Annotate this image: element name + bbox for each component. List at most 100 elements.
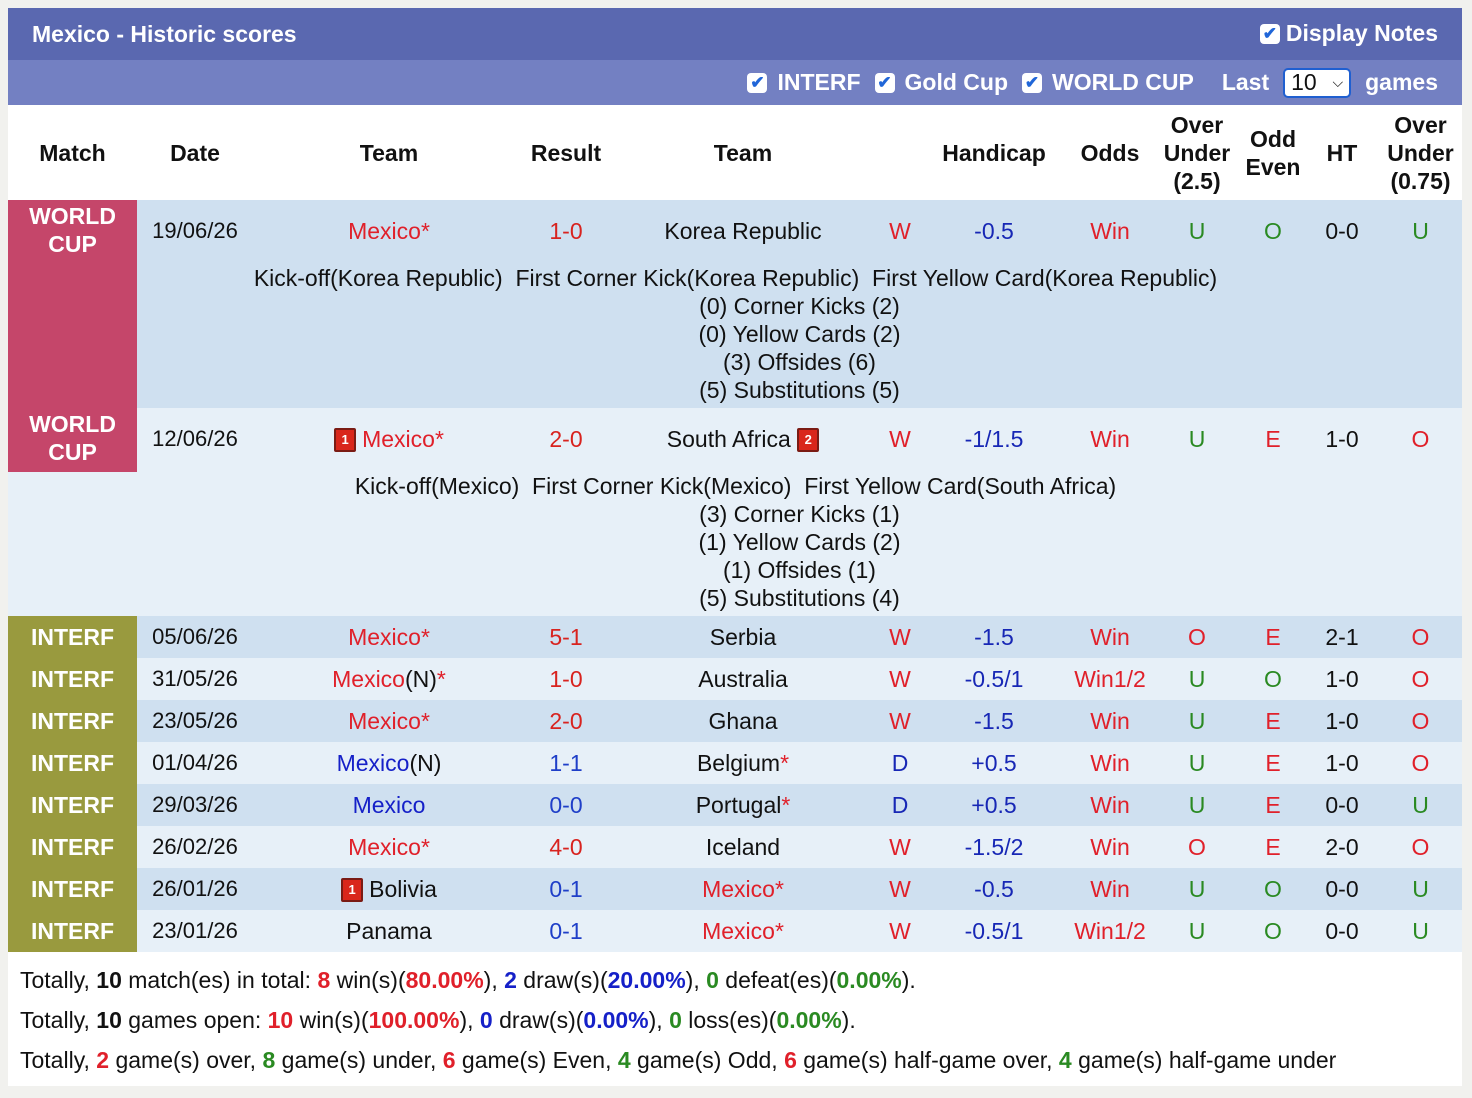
filter-world-cup[interactable]: ✔ WORLD CUP bbox=[1022, 69, 1194, 96]
odd-even: O bbox=[1241, 200, 1305, 262]
match-notes: Kick-off(Korea Republic) First Corner Ki… bbox=[137, 262, 1462, 408]
table-row[interactable]: INTERF 29/03/26 Mexico 0-0 Portugal* D +… bbox=[8, 784, 1462, 826]
handicap: +0.5 bbox=[921, 742, 1067, 784]
home-team[interactable]: Mexico* bbox=[253, 700, 525, 742]
match-result[interactable]: 2-0 bbox=[525, 700, 607, 742]
checkbox-checked-icon[interactable]: ✔ bbox=[874, 72, 895, 93]
away-team[interactable]: Mexico* bbox=[607, 910, 879, 952]
red-card-icon: 2 bbox=[797, 428, 820, 453]
handicap: -0.5 bbox=[921, 200, 1067, 262]
odds-result: Win bbox=[1067, 868, 1153, 910]
table-row[interactable]: INTERF 23/01/26 Panama 0-1 Mexico* W -0.… bbox=[8, 910, 1462, 952]
over-under: O bbox=[1153, 826, 1241, 868]
notes-line: (5) Substitutions (5) bbox=[699, 377, 900, 403]
away-team[interactable]: Korea Republic bbox=[607, 200, 879, 262]
table-row[interactable]: INTERF 26/01/26 1 Bolivia 0-1 Mexico* W -… bbox=[8, 868, 1462, 910]
away-team[interactable]: Australia bbox=[607, 658, 879, 700]
display-notes-toggle[interactable]: ✔ Display Notes bbox=[1259, 20, 1438, 47]
filter-gold-cup[interactable]: ✔ Gold Cup bbox=[874, 69, 1008, 96]
home-team[interactable]: Mexico* bbox=[253, 200, 525, 262]
table-row[interactable]: INTERF 26/02/26 Mexico* 4-0 Iceland W -1… bbox=[8, 826, 1462, 868]
over-under-075: U bbox=[1379, 868, 1462, 910]
away-team[interactable]: Belgium* bbox=[607, 742, 879, 784]
competition-badge[interactable]: WORLD CUP bbox=[8, 200, 137, 408]
home-team[interactable]: Mexico bbox=[253, 784, 525, 826]
away-team[interactable]: South Africa 2 bbox=[607, 408, 879, 470]
checkbox-checked-icon[interactable]: ✔ bbox=[1022, 72, 1042, 93]
odds-result: Win1/2 bbox=[1067, 910, 1153, 952]
half-time-score: 2-0 bbox=[1305, 826, 1379, 868]
half-time-score: 0-0 bbox=[1305, 910, 1379, 952]
table-row[interactable]: WORLD CUP 19/06/26 Mexico* 1-0 Korea Repu… bbox=[8, 200, 1462, 408]
table-row[interactable]: WORLD CUP 12/06/26 1 Mexico* 2-0 South Afr… bbox=[8, 408, 1462, 616]
competition-badge[interactable]: WORLD CUP bbox=[8, 408, 137, 616]
home-team[interactable]: Mexico* bbox=[253, 616, 525, 658]
competition-badge[interactable]: INTERF bbox=[8, 742, 137, 784]
col-team1: Team bbox=[253, 105, 525, 200]
filter-interf[interactable]: ✔ INTERF bbox=[747, 69, 861, 96]
competition-badge[interactable]: INTERF bbox=[8, 784, 137, 826]
away-team[interactable]: Iceland bbox=[607, 826, 879, 868]
over-under: O bbox=[1153, 616, 1241, 658]
match-result[interactable]: 0-0 bbox=[525, 784, 607, 826]
competition-badge[interactable]: INTERF bbox=[8, 700, 137, 742]
over-under-075: U bbox=[1379, 784, 1462, 826]
home-team[interactable]: 1 Mexico* bbox=[253, 408, 525, 470]
half-time-score: 1-0 bbox=[1305, 700, 1379, 742]
match-result[interactable]: 1-0 bbox=[525, 658, 607, 700]
home-team[interactable]: Mexico(N)* bbox=[253, 658, 525, 700]
title-bar: Mexico - Historic scores ✔ Display Notes bbox=[8, 8, 1462, 60]
home-team[interactable]: Panama bbox=[253, 910, 525, 952]
half-time-score: 1-0 bbox=[1305, 408, 1379, 470]
away-team[interactable]: Portugal* bbox=[607, 784, 879, 826]
table-row[interactable]: INTERF 01/04/26 Mexico(N) 1-1 Belgium* D… bbox=[8, 742, 1462, 784]
match-result[interactable]: 0-1 bbox=[525, 868, 607, 910]
competition-badge[interactable]: INTERF bbox=[8, 616, 137, 658]
table-row[interactable]: INTERF 23/05/26 Mexico* 2-0 Ghana W -1.5… bbox=[8, 700, 1462, 742]
summary-footer: Totally, 10 match(es) in total: 8 win(s)… bbox=[8, 952, 1462, 1086]
last-games-select[interactable]: 10 ⌵ bbox=[1283, 67, 1352, 98]
home-team[interactable]: Mexico(N) bbox=[253, 742, 525, 784]
over-under-075: O bbox=[1379, 826, 1462, 868]
col-over-under-25: Over Under (2.5) bbox=[1153, 105, 1241, 200]
win-loss: W bbox=[879, 200, 921, 262]
table-row[interactable]: INTERF 31/05/26 Mexico(N)* 1-0 Australia… bbox=[8, 658, 1462, 700]
filter-label: WORLD CUP bbox=[1052, 69, 1194, 95]
summary-overunder-line: Totally, 2 game(s) over, 8 game(s) under… bbox=[20, 1047, 1337, 1073]
match-result[interactable]: 2-0 bbox=[525, 408, 607, 470]
match-result[interactable]: 0-1 bbox=[525, 910, 607, 952]
away-team[interactable]: Ghana bbox=[607, 700, 879, 742]
win-loss: D bbox=[879, 742, 921, 784]
games-label: games bbox=[1365, 69, 1438, 95]
competition-badge[interactable]: INTERF bbox=[8, 658, 137, 700]
over-under: U bbox=[1153, 700, 1241, 742]
match-date: 26/02/26 bbox=[137, 826, 253, 868]
home-team[interactable]: Mexico* bbox=[253, 826, 525, 868]
match-result[interactable]: 1-1 bbox=[525, 742, 607, 784]
checkbox-checked-icon[interactable]: ✔ bbox=[747, 72, 768, 93]
odd-even: O bbox=[1241, 910, 1305, 952]
odd-even: E bbox=[1241, 742, 1305, 784]
checkbox-checked-icon[interactable]: ✔ bbox=[1259, 23, 1280, 44]
match-date: 01/04/26 bbox=[137, 742, 253, 784]
handicap: -0.5/1 bbox=[921, 910, 1067, 952]
competition-badge[interactable]: INTERF bbox=[8, 826, 137, 868]
match-result[interactable]: 1-0 bbox=[525, 200, 607, 262]
match-result[interactable]: 4-0 bbox=[525, 826, 607, 868]
home-team[interactable]: 1 Bolivia bbox=[253, 868, 525, 910]
notes-headline: Kick-off(Korea Republic) First Corner Ki… bbox=[253, 265, 1218, 291]
away-team[interactable]: Mexico* bbox=[607, 868, 879, 910]
odds-result: Win bbox=[1067, 826, 1153, 868]
competition-badge[interactable]: INTERF bbox=[8, 868, 137, 910]
over-under: U bbox=[1153, 784, 1241, 826]
competition-badge[interactable]: INTERF bbox=[8, 910, 137, 952]
match-result[interactable]: 5-1 bbox=[525, 616, 607, 658]
red-card-icon: 1 bbox=[341, 878, 364, 903]
away-team[interactable]: Serbia bbox=[607, 616, 879, 658]
win-loss: D bbox=[879, 784, 921, 826]
over-under: U bbox=[1153, 658, 1241, 700]
table-row[interactable]: INTERF 05/06/26 Mexico* 5-1 Serbia W -1.… bbox=[8, 616, 1462, 658]
odds-result: Win bbox=[1067, 616, 1153, 658]
odd-even: E bbox=[1241, 826, 1305, 868]
col-odd-even: Odd Even bbox=[1241, 105, 1305, 200]
